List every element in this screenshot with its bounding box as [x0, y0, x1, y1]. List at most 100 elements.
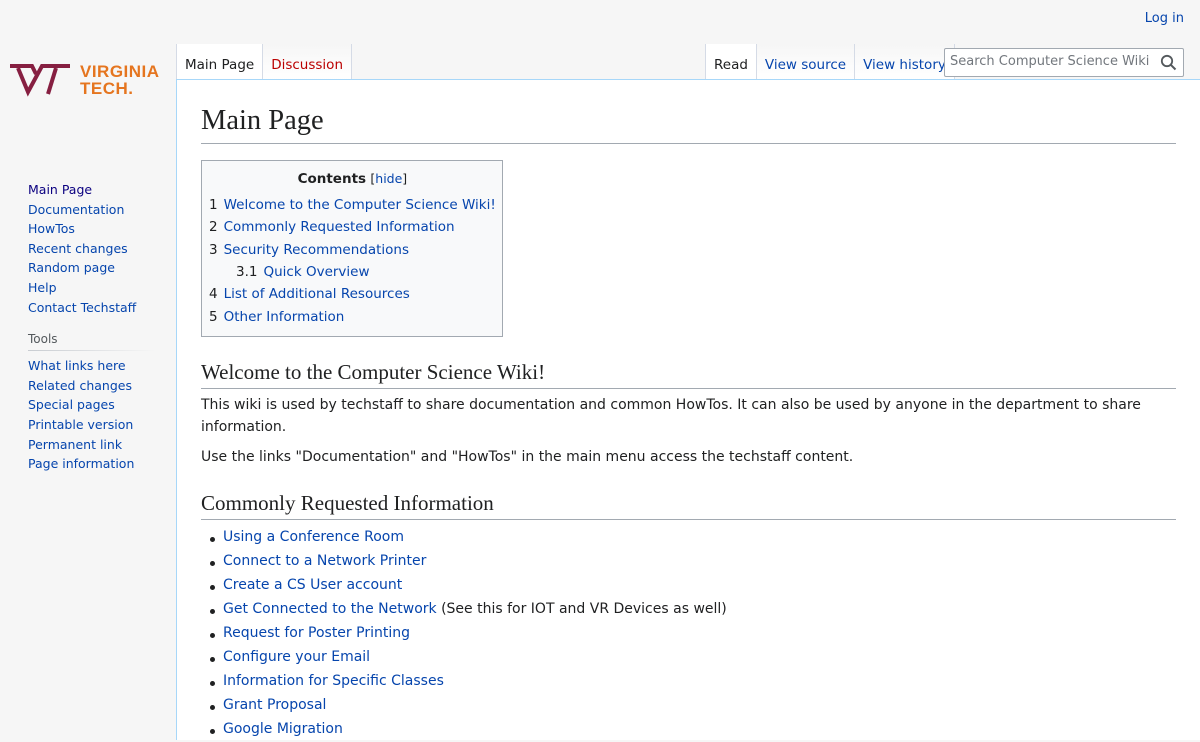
table-of-contents: Contents [hide] 1 Welcome to the Computer… [201, 160, 503, 337]
list-link[interactable]: Google Migration [223, 721, 343, 737]
toc-label: Security Recommendations [223, 241, 409, 258]
toc-item[interactable]: 2 Commonly Requested Information [209, 216, 496, 238]
sidebar-item-contact-techstaff: Contact Techstaff [28, 298, 176, 318]
tab-label: Read [714, 57, 748, 73]
tab-label: View source [764, 57, 847, 73]
tools-item-page-information: Page information [28, 454, 176, 474]
tools-item-related-changes: Related changes [28, 376, 176, 396]
list-note: (See this for IOT and VR Devices as well… [436, 601, 727, 618]
list-link[interactable]: Create a CS User account [223, 577, 402, 593]
sidebar-link[interactable]: Contact Techstaff [28, 300, 136, 315]
toc-title: Contents [297, 171, 367, 188]
sidebar-link[interactable]: HowTos [28, 221, 75, 236]
personal-tools: Log in [1145, 11, 1184, 26]
list-link[interactable]: Connect to a Network Printer [223, 553, 426, 569]
sidebar-nav: Main Page Documentation HowTos Recent ch… [0, 180, 176, 317]
tab-discussion[interactable]: Discussion [263, 44, 352, 80]
toc-item[interactable]: 4 List of Additional Resources [209, 283, 496, 305]
tools-link[interactable]: Special pages [28, 397, 115, 412]
toc-number: 2 [209, 219, 218, 236]
toc-label: Commonly Requested Information [223, 219, 455, 236]
toc-label: Other Information [223, 308, 345, 325]
login-link[interactable]: Log in [1145, 11, 1184, 26]
welcome-paragraph: Use the links "Documentation" and "HowTo… [201, 449, 854, 466]
tab-view-history[interactable]: View history [855, 44, 955, 80]
section-heading-common: Commonly Requested Information [201, 490, 1176, 521]
list-item: Create a CS User account [210, 574, 1176, 598]
toc-item[interactable]: 3.1 Quick Overview [209, 261, 496, 283]
toc-title-row: Contents [hide] [209, 168, 496, 190]
list-link[interactable]: Get Connected to the Network [223, 601, 437, 617]
list-link[interactable]: Information for Specific Classes [223, 673, 444, 689]
list-link[interactable]: Configure your Email [223, 649, 370, 665]
tab-main-page[interactable]: Main Page [176, 44, 264, 80]
toc-label: Welcome to the Computer Science Wiki! [223, 197, 496, 214]
tools-item-permanent-link: Permanent link [28, 435, 176, 455]
toc-hide-link[interactable]: hide [375, 171, 402, 186]
toc-label: Quick Overview [263, 263, 370, 280]
toc-item[interactable]: 5 Other Information [209, 306, 496, 328]
sidebar-item-help: Help [28, 278, 176, 298]
list-item: Configure your Email [210, 646, 1176, 670]
toc-item[interactable]: 1 Welcome to the Computer Science Wiki! [209, 194, 496, 216]
body-content: Contents [hide] 1 Welcome to the Computer… [201, 144, 1176, 742]
tools-link[interactable]: Printable version [28, 417, 133, 432]
tab-label: Discussion [271, 57, 343, 73]
sidebar-link[interactable]: Main Page [28, 182, 92, 197]
list-item: Grant Proposal [210, 694, 1176, 718]
tab-view-source[interactable]: View source [756, 44, 856, 80]
tools-link[interactable]: Permanent link [28, 437, 122, 452]
list-link[interactable]: Using a Conference Room [223, 529, 404, 545]
section-heading-welcome: Welcome to the Computer Science Wiki! [201, 359, 1176, 390]
tools-link[interactable]: What links here [28, 358, 126, 373]
sidebar-link[interactable]: Recent changes [28, 241, 128, 256]
virginia-tech-logo[interactable]: VIRGINIA TECH. [8, 62, 168, 102]
tools-item-special-pages: Special pages [28, 395, 176, 415]
logo-text-tech: TECH. [80, 79, 134, 98]
content-area: Main Page Contents [hide] 1 Welcome to th… [176, 79, 1200, 740]
list-item: Information for Specific Classes [210, 670, 1176, 694]
sidebar-tools: What links here Related changes Special … [0, 356, 176, 474]
tools-link[interactable]: Related changes [28, 378, 132, 393]
page-title: Main Page [201, 102, 1176, 145]
tab-label: Main Page [185, 57, 255, 73]
sidebar: Main Page Documentation HowTos Recent ch… [0, 180, 176, 474]
sidebar-item-random-page: Random page [28, 258, 176, 278]
toc-number: 3 [209, 241, 218, 258]
list-item: Google Migration [210, 718, 1176, 742]
toc-number: 5 [209, 308, 218, 325]
list-item: Request for Poster Printing [210, 622, 1176, 646]
sidebar-item-howtos: HowTos [28, 219, 176, 239]
toc-number: 3.1 [236, 263, 258, 280]
tab-read[interactable]: Read [705, 44, 757, 80]
list-link[interactable]: Grant Proposal [223, 697, 326, 713]
tab-label: View history [863, 57, 946, 73]
toc-list: 1 Welcome to the Computer Science Wiki! 2… [209, 194, 496, 328]
list-item: Connect to a Network Printer [210, 550, 1176, 574]
tools-link[interactable]: Page information [28, 456, 134, 471]
tools-item-what-links-here: What links here [28, 356, 176, 376]
namespace-tabs: Main Page Discussion [176, 44, 352, 80]
search-input[interactable] [950, 54, 1150, 69]
tools-item-printable-version: Printable version [28, 415, 176, 435]
list-item: Using a Conference Room [210, 526, 1176, 550]
toc-item[interactable]: 3 Security Recommendations [209, 239, 496, 261]
tools-heading: Tools [28, 332, 154, 352]
sidebar-item-documentation: Documentation [28, 200, 176, 220]
list-link[interactable]: Request for Poster Printing [223, 625, 410, 641]
toc-hide-toggle: [hide] [370, 171, 408, 187]
common-info-list: Using a Conference Room Connect to a Net… [201, 526, 1176, 741]
toc-label: List of Additional Resources [223, 286, 410, 303]
search-box [944, 48, 1184, 77]
search-icon[interactable] [1160, 54, 1177, 71]
toc-number: 1 [209, 197, 218, 214]
sidebar-item-recent-changes: Recent changes [28, 239, 176, 259]
sidebar-item-main-page: Main Page [28, 180, 176, 200]
sidebar-link[interactable]: Random page [28, 260, 115, 275]
welcome-paragraph: This wiki is used by techstaff to share … [201, 397, 1141, 436]
list-item: Get Connected to the Network (See this f… [210, 598, 1176, 622]
view-tabs: Read View source View history [705, 44, 955, 80]
toc-number: 4 [209, 286, 218, 303]
sidebar-link[interactable]: Help [28, 280, 57, 295]
sidebar-link[interactable]: Documentation [28, 202, 124, 217]
